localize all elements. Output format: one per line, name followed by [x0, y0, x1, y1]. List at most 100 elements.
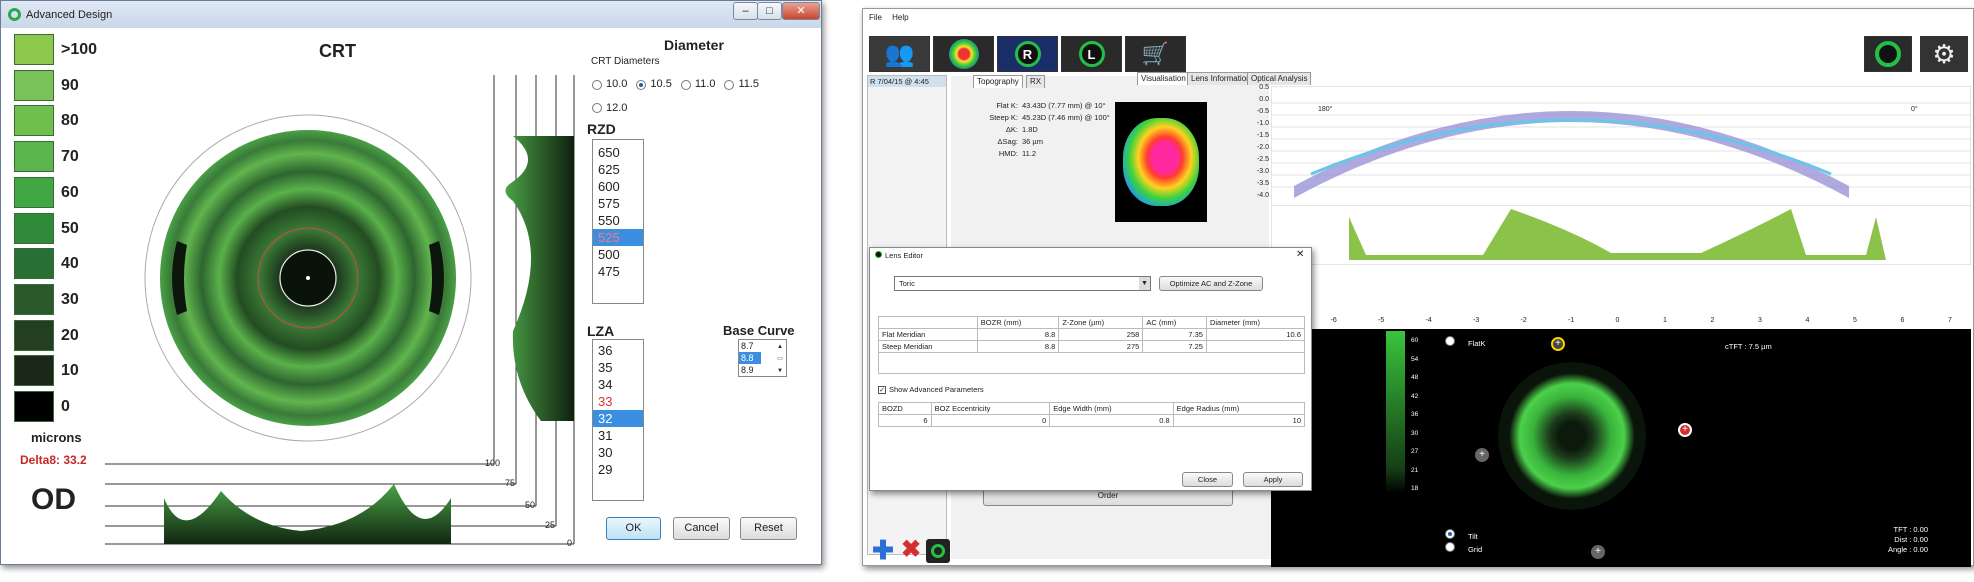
topo-value: 1.8D [1022, 125, 1038, 134]
diameter-radio-group: 10.0 10.5 11.0 11.5 12.0 [592, 74, 792, 121]
list-item[interactable]: 575 [593, 195, 643, 212]
list-item[interactable]: 8.9 [739, 364, 761, 376]
table-cell[interactable]: 7.35 [1142, 328, 1207, 341]
show-advanced-checkbox[interactable]: ✓ Show Advanced Parameters [878, 385, 984, 394]
list-item[interactable]: 625 [593, 161, 643, 178]
add-marker-bottom-icon[interactable]: + [1591, 545, 1605, 559]
list-item[interactable]: 33 [593, 393, 643, 410]
diameter-option[interactable]: 11.5 [724, 74, 759, 95]
menu-file[interactable]: File [869, 13, 882, 22]
add-marker-top-icon[interactable]: + [1551, 337, 1565, 351]
grid-label: Grid [1468, 545, 1483, 554]
table-cell[interactable]: 10 [1172, 414, 1306, 427]
list-item[interactable]: 34 [593, 376, 643, 393]
tft-readout: TFT : 0.00 Dist : 0.00 Angle : 0.00 [1868, 525, 1928, 555]
tab-topography[interactable]: Topography [973, 75, 1023, 88]
tab-optical-analysis[interactable]: Optical Analysis [1247, 72, 1312, 85]
fluorescein-lens [1498, 362, 1646, 510]
list-item[interactable]: 500 [593, 246, 643, 263]
diameter-option[interactable]: 10.0 [592, 74, 627, 95]
cancel-button[interactable]: Cancel [673, 517, 730, 540]
session-item[interactable]: R 7/04/15 @ 4:45 [868, 76, 946, 87]
patients-button[interactable]: 👥 [869, 36, 930, 72]
y-tick: 0.0 [1259, 96, 1269, 103]
cart-button[interactable]: 🛒 [1125, 36, 1186, 72]
diameter-option[interactable]: 10.5 [636, 74, 672, 95]
add-button[interactable]: ✚ [871, 537, 895, 563]
list-item[interactable]: 30 [593, 444, 643, 461]
map-button[interactable] [933, 36, 994, 72]
table-cell[interactable]: 258 [1058, 328, 1144, 341]
lens-small-button[interactable] [926, 539, 950, 563]
base-curve-list[interactable]: 8.7 8.8 8.9 ▲ ▭ ▼ [738, 339, 787, 377]
table-header: BOZ Eccentricity [930, 402, 1051, 415]
base-curve-title: Base Curve [723, 323, 795, 338]
add-marker-left-icon[interactable]: + [1475, 448, 1489, 462]
lens-editor-close-button[interactable]: Close [1182, 472, 1233, 487]
tick-label: 25 [545, 520, 556, 530]
table-cell[interactable]: 8.8 [976, 328, 1060, 341]
delete-button[interactable]: ✖ [899, 538, 923, 563]
lens-type-select[interactable]: Toric ▼ [894, 276, 1151, 291]
list-item[interactable]: 550 [593, 212, 643, 229]
lza-list[interactable]: 36 35 34 33 32 31 30 29 [592, 339, 644, 501]
y-tick: -3.0 [1256, 168, 1269, 175]
grid-option[interactable]: Grid [1445, 542, 1482, 555]
left-eye-button[interactable]: L [1061, 36, 1122, 72]
reset-button[interactable]: Reset [740, 517, 797, 540]
x-tick: 3 [1758, 317, 1762, 324]
y-tick: -0.5 [1256, 108, 1269, 115]
tilt-option[interactable]: Tilt [1445, 529, 1482, 542]
angle-right-label: 0° [1911, 106, 1918, 113]
table-row: Flat Meridian 8.8 258 7.35 10.6 [878, 328, 1306, 341]
fluorescein-scale-bar [1386, 331, 1405, 493]
rzd-list[interactable]: 650 625 600 575 550 525 500 475 [592, 139, 644, 304]
list-item[interactable]: 31 [593, 427, 643, 444]
settings-button[interactable]: ⚙ [1920, 36, 1968, 72]
lens-editor-close-icon[interactable]: ✕ [1296, 249, 1304, 260]
x-tick: 5 [1853, 317, 1857, 324]
menu-help[interactable]: Help [892, 13, 908, 22]
apply-button[interactable]: Apply [1243, 472, 1303, 487]
table-cell[interactable]: 0 [930, 414, 1051, 427]
list-item[interactable]: 32 [593, 410, 643, 427]
list-item[interactable]: 600 [593, 178, 643, 195]
x-tick: -5 [1378, 317, 1385, 324]
topo-key: ΔK: [1005, 125, 1018, 134]
x-tick: 0 [1615, 317, 1620, 324]
diameter-value: 12.0 [606, 101, 628, 114]
lens-button[interactable] [1864, 36, 1912, 72]
list-item[interactable]: 525 [593, 229, 643, 246]
list-item[interactable]: 8.8 [739, 352, 761, 364]
x-tick: -3 [1473, 317, 1480, 324]
tab-visualisation[interactable]: Visualisation [1137, 72, 1190, 85]
list-item[interactable]: 29 [593, 461, 643, 478]
list-item[interactable]: 650 [593, 144, 643, 161]
x-tick: 4 [1805, 317, 1810, 324]
y-tick: -2.0 [1256, 144, 1269, 151]
flatk-toggle[interactable]: FlatK [1445, 336, 1486, 348]
tick-label: 50 [525, 500, 536, 510]
tab-lens-information[interactable]: Lens Information [1187, 72, 1255, 85]
list-item[interactable]: 35 [593, 359, 643, 376]
x-tick: -4 [1425, 317, 1432, 324]
ok-button[interactable]: OK [606, 517, 661, 540]
list-item[interactable]: 8.7 [739, 340, 761, 352]
right-eye-button[interactable]: R [997, 36, 1058, 72]
tick-label: 100 [485, 458, 501, 468]
table-cell[interactable]: 10.6 [1205, 328, 1306, 341]
topo-row: Flat K: 43.43D (7.77 mm) @ 10° [958, 101, 1118, 113]
table-cell[interactable]: 0.8 [1049, 414, 1174, 427]
table-cell[interactable]: 6 [878, 414, 932, 427]
diameter-option[interactable]: 11.0 [680, 74, 715, 95]
diameter-option[interactable]: 12.0 [592, 98, 627, 119]
menu-bar: File Help [869, 13, 909, 22]
list-item[interactable]: 36 [593, 342, 643, 359]
lza-title: LZA [587, 323, 615, 339]
optimize-button[interactable]: Optimize AC and Z-Zone [1159, 276, 1263, 291]
tab-rx[interactable]: RX [1026, 75, 1046, 88]
scroll-arrows[interactable]: ▲ ▭ ▼ [775, 341, 785, 377]
topo-value: 11.2 [1022, 149, 1037, 158]
list-item[interactable]: 475 [593, 263, 643, 280]
add-marker-right-icon[interactable]: + [1678, 423, 1692, 437]
